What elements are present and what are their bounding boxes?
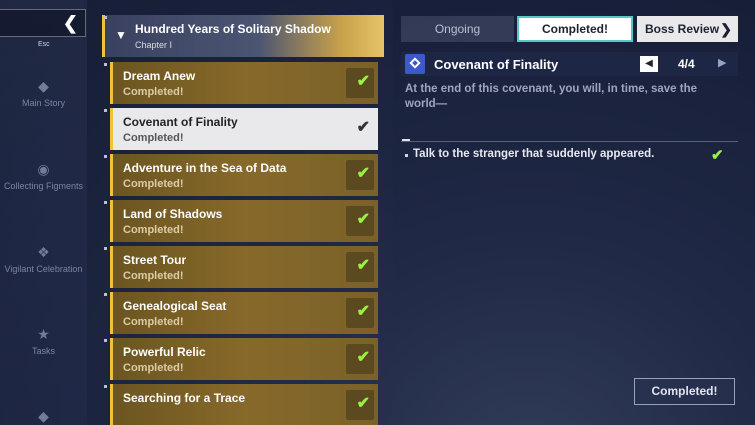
chevron-down-icon: ▼	[115, 28, 127, 42]
check-icon: ✔	[356, 395, 370, 412]
quest-status: Completed!	[123, 178, 184, 190]
quest-item-adventure-sea-of-data[interactable]: Adventure in the Sea of Data Completed! …	[110, 154, 378, 196]
nav-item-collecting-figments[interactable]: ◉ Collecting Figments	[0, 161, 87, 191]
objective-check-icon: ✔	[711, 147, 724, 164]
quest-name: Powerful Relic	[123, 345, 206, 359]
quest-status: Completed!	[123, 86, 184, 98]
objective-text: Talk to the stranger that suddenly appea…	[413, 148, 655, 160]
quest-item-dream-anew[interactable]: Dream Anew Completed! ✔	[110, 62, 378, 104]
quest-name: Genealogical Seat	[123, 299, 227, 313]
quest-status: Completed!	[123, 362, 184, 374]
list-bullet	[104, 16, 107, 19]
main-story-icon: ◆	[38, 78, 49, 94]
list-bullet	[104, 109, 107, 112]
star-icon: ★	[37, 326, 50, 342]
divider	[401, 141, 738, 142]
quest-item-street-tour[interactable]: Street Tour Completed! ✔	[110, 246, 378, 288]
quest-item-covenant-of-finality[interactable]: Covenant of Finality Completed! ✔	[110, 108, 378, 150]
check-icon: ✔	[356, 349, 370, 366]
nav-item-label: Tasks	[31, 346, 55, 356]
tab-boss-review-label: Boss Review	[645, 22, 720, 36]
quest-name: Searching for a Trace	[123, 391, 246, 405]
left-nav: ❮ Esc ◆ Main Story ◉ Collecting Figments…	[0, 0, 87, 425]
nav-item-vigilant-celebration[interactable]: ❖ Vigilant Celebration	[0, 244, 87, 274]
quest-name: Dream Anew	[123, 69, 196, 83]
quest-status: Completed!	[123, 316, 184, 328]
objective-bullet	[405, 154, 408, 157]
quest-item-land-of-shadows[interactable]: Land of Shadows Completed! ✔	[110, 200, 378, 242]
list-bullet	[104, 201, 107, 204]
nav-item-label: Collecting Figments	[3, 181, 84, 191]
page-counter: 4/4	[678, 57, 695, 71]
chapter-subtitle: Chapter I	[135, 40, 173, 50]
diamond-icon	[409, 57, 421, 69]
nav-item-more[interactable]: ◆	[0, 408, 87, 425]
nav-item-main-story[interactable]: ◆ Main Story	[0, 78, 87, 108]
divider-accent	[402, 139, 410, 141]
check-icon: ✔	[356, 257, 370, 274]
check-icon: ✔	[356, 211, 370, 228]
chapter-header[interactable]: ▼ Hundred Years of Solitary Shadow Chapt…	[102, 15, 384, 57]
diamond-icon: ◆	[38, 408, 49, 424]
completed-button[interactable]: Completed!	[634, 378, 735, 405]
tab-boss-review[interactable]: Boss Review ❯	[637, 16, 738, 42]
quest-type-icon	[405, 54, 425, 74]
quest-description: At the end of this covenant, you will, i…	[405, 83, 698, 110]
chevron-left-icon: ❮	[62, 13, 78, 33]
esc-label: Esc	[38, 41, 50, 48]
tab-ongoing[interactable]: Ongoing	[401, 16, 514, 42]
quest-detail-title: Covenant of Finality	[434, 57, 559, 72]
quest-item-searching-for-a-trace[interactable]: Searching for a Trace ✔	[110, 384, 378, 425]
quest-status: Completed!	[123, 132, 184, 144]
figments-icon: ◉	[37, 161, 50, 177]
check-icon: ✔	[356, 165, 370, 182]
list-bullet	[104, 247, 107, 250]
celebration-icon: ❖	[37, 244, 50, 260]
quest-name: Land of Shadows	[123, 207, 223, 221]
nav-item-tasks[interactable]: ★ Tasks	[0, 326, 87, 356]
prev-page-button[interactable]: ◀	[640, 56, 658, 72]
check-icon: ✔	[356, 303, 370, 320]
quest-name: Adventure in the Sea of Data	[123, 161, 287, 175]
chapter-title: Hundred Years of Solitary Shadow	[135, 22, 331, 36]
tab-completed[interactable]: Completed!	[517, 16, 633, 42]
check-icon: ✔	[356, 119, 370, 136]
list-bullet	[104, 63, 107, 66]
nav-item-label: Main Story	[21, 98, 65, 108]
quest-item-genealogical-seat[interactable]: Genealogical Seat Completed! ✔	[110, 292, 378, 334]
nav-item-label: Vigilant Celebration	[4, 264, 83, 274]
quest-name: Covenant of Finality	[123, 115, 238, 129]
quest-item-powerful-relic[interactable]: Powerful Relic Completed! ✔	[110, 338, 378, 380]
quest-status: Completed!	[123, 270, 184, 282]
list-bullet	[104, 385, 107, 388]
quest-status: Completed!	[123, 224, 184, 236]
list-bullet	[104, 339, 107, 342]
list-bullet	[104, 155, 107, 158]
list-bullet	[104, 293, 107, 296]
back-button[interactable]: ❮	[0, 9, 86, 37]
next-page-button[interactable]: ▶	[718, 56, 726, 69]
chevron-right-icon: ❯	[720, 21, 732, 37]
quest-name: Street Tour	[123, 253, 187, 267]
check-icon: ✔	[356, 73, 370, 90]
